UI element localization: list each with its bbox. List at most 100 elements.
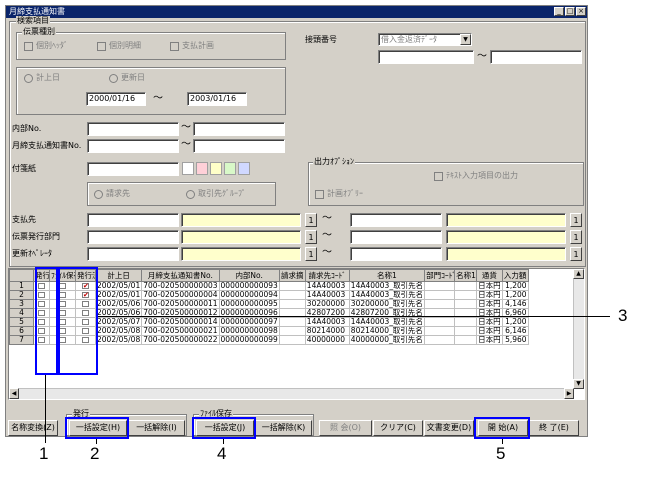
name-change-button[interactable]: 名称変換(Z): [8, 420, 58, 436]
date-from-input[interactable]: 2000/01/16: [86, 92, 146, 106]
grid-header-cell[interactable]: 内部No.: [218, 269, 280, 282]
updater-to-name: [446, 247, 566, 261]
notice-no-to[interactable]: [193, 139, 285, 153]
grid-header-cell[interactable]: 名称1: [348, 269, 426, 282]
slip-plan-checkbox[interactable]: [170, 42, 179, 51]
issue-clear-all-button[interactable]: 一括解除(I): [128, 420, 185, 436]
billing-note-cell: [278, 335, 306, 345]
dept-to-lookup[interactable]: 1: [570, 230, 582, 244]
payee-from-name: [181, 213, 301, 227]
payee-name-cell: 14A40003_取引先名: [348, 290, 426, 300]
payee-name-cell: 14A40003_取引先名: [348, 281, 426, 291]
date-to-input[interactable]: 2003/01/16: [187, 92, 247, 106]
amount-cell: 4,146: [501, 299, 529, 309]
payee-from-lookup[interactable]: 1: [305, 213, 317, 227]
callout-4: 4: [217, 444, 227, 463]
payee-from-code[interactable]: [87, 213, 179, 227]
date-posting-radio[interactable]: [24, 74, 33, 83]
internal-no-to[interactable]: [193, 122, 285, 136]
internal-no-from[interactable]: [87, 122, 179, 136]
file-clear-all-button[interactable]: 一括解除(K): [255, 420, 312, 436]
payee-billing-label: 請求先: [106, 189, 130, 198]
color-swatch[interactable]: [224, 162, 236, 175]
clear-button[interactable]: クリア(C): [373, 420, 423, 436]
updater-to-lookup[interactable]: 1: [570, 247, 582, 261]
color-swatch[interactable]: [196, 162, 208, 175]
slip-header-checkbox[interactable]: [24, 42, 33, 51]
prefix-select[interactable]: 借入金返済ﾃﾞｰﾀ: [378, 33, 472, 46]
payee-tilde: ～: [322, 213, 332, 224]
date-updated-radio[interactable]: [109, 74, 118, 83]
payee-code-cell: 14A40003: [304, 290, 350, 300]
currency-cell: 日本円: [476, 290, 503, 300]
notice-no-from[interactable]: [87, 139, 179, 153]
highlight-issue-set-all: [65, 417, 129, 439]
payee-group-radio[interactable]: [186, 190, 195, 199]
color-swatch[interactable]: [182, 162, 194, 175]
highlight-file-set-all: [192, 417, 256, 439]
scroll-left-icon[interactable]: ◀: [9, 388, 19, 399]
grid-header-cell[interactable]: 部門ｺｰﾄﾞ: [424, 269, 456, 282]
slip-detail-checkbox[interactable]: [97, 42, 106, 51]
dept-from-code[interactable]: [87, 230, 179, 244]
grid-header-cell[interactable]: [9, 269, 34, 282]
grid-header-cell[interactable]: 名称1: [454, 269, 478, 282]
payee-to-lookup[interactable]: 1: [570, 213, 582, 227]
grid-header-cell[interactable]: 入力額: [501, 269, 529, 282]
close-button[interactable]: ×: [576, 7, 586, 16]
inquiry-button[interactable]: 照 会(O): [319, 420, 372, 436]
scroll-right-icon[interactable]: ▶: [564, 388, 574, 399]
updater-from-lookup[interactable]: 1: [305, 247, 317, 261]
scroll-down-icon[interactable]: ▼: [573, 379, 584, 389]
internal-no-cell: 000000000093: [218, 281, 280, 291]
grid-header-cell[interactable]: 月締支払通知書No.: [141, 269, 220, 282]
row-number: 4: [9, 308, 34, 318]
vertical-scrollbar[interactable]: [573, 269, 584, 389]
notice-no-cell: 700-020500000004: [141, 290, 220, 300]
updater-tilde: ～: [322, 247, 332, 258]
posting-date-cell: 2002/05/01: [94, 281, 143, 291]
payee-billing-radio[interactable]: [94, 190, 103, 199]
dept-from-name: [181, 230, 301, 244]
title-bar: 月締支払通知書: [6, 6, 587, 18]
dept-name-cell: [454, 335, 478, 345]
chevron-down-icon[interactable]: ▼: [460, 34, 471, 45]
dept-code-cell: [424, 326, 456, 336]
plan-only-checkbox[interactable]: [315, 190, 324, 199]
color-swatch[interactable]: [210, 162, 222, 175]
payee-code-cell: 40000000: [304, 335, 350, 345]
row-number: 1: [9, 281, 34, 291]
grid-header-cell[interactable]: 通貨: [476, 269, 503, 282]
attachment-input[interactable]: [87, 162, 179, 176]
grid-header-cell[interactable]: 計上日: [94, 269, 143, 282]
payee-name-cell: 40000000_取引先名: [348, 335, 426, 345]
updater-to-code[interactable]: [350, 247, 442, 261]
date-updated-label: 更新日: [121, 73, 145, 82]
dept-from-lookup[interactable]: 1: [305, 230, 317, 244]
scroll-up-icon[interactable]: ▲: [573, 269, 584, 279]
doc-change-button[interactable]: 文書変更(D): [424, 420, 474, 436]
dept-to-name: [446, 230, 566, 244]
text-input-output-checkbox[interactable]: [434, 172, 443, 181]
payee-code-cell: 14A40003: [304, 281, 350, 291]
updater-from-code[interactable]: [87, 247, 179, 261]
minimize-button[interactable]: _: [554, 7, 564, 16]
currency-cell: 日本円: [476, 326, 503, 336]
notice-no-label: 月締支払通知書No.: [12, 141, 82, 150]
payee-name-cell: 80214000_取引先名: [348, 326, 426, 336]
grid-header-cell[interactable]: 請求摘: [278, 269, 306, 282]
grid-header-cell[interactable]: 請求先ｺｰﾄﾞ: [304, 269, 350, 282]
end-button[interactable]: 終 了(E): [529, 420, 579, 436]
maximize-button[interactable]: □: [565, 7, 575, 16]
horizontal-scrollbar[interactable]: [9, 388, 574, 399]
payee-to-code[interactable]: [350, 213, 442, 227]
output-options-label: 出力ｵﾌﾟｼｮﾝ: [313, 157, 355, 167]
prefix-from-input[interactable]: [378, 50, 474, 64]
dept-to-code[interactable]: [350, 230, 442, 244]
color-swatch[interactable]: [238, 162, 250, 175]
date-tilde: ～: [153, 93, 163, 104]
attachment-label: 付箋紙: [12, 164, 36, 173]
prefix-to-input[interactable]: [490, 50, 582, 64]
internal-no-cell: 000000000099: [218, 335, 280, 345]
notice-no-cell: 700-020500000022: [141, 335, 220, 345]
